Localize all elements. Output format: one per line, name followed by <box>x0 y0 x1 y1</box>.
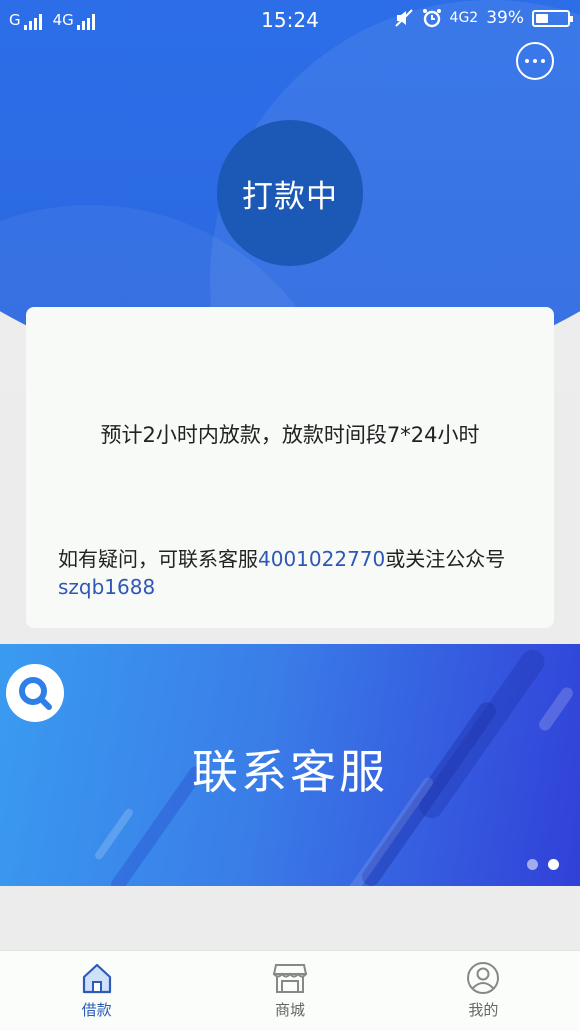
bottom-tab-bar: 借款 商城 我的 <box>0 950 580 1031</box>
dot-icon <box>541 59 545 63</box>
status-bar: G 4G 15:24 4G2 39% <box>0 0 580 40</box>
battery-percent: 39% <box>486 8 524 28</box>
tab-label: 我的 <box>468 1001 499 1019</box>
contact-service-banner[interactable]: 联系客服 <box>0 644 580 886</box>
search-icon <box>19 677 52 710</box>
banner-decor <box>536 685 576 733</box>
payment-status-circle: 打款中 <box>217 120 363 266</box>
carousel-dot[interactable] <box>527 859 538 870</box>
customer-service-phone-link[interactable]: 4001022770 <box>258 547 385 571</box>
banner-title: 联系客服 <box>192 745 388 799</box>
network-label: 4G2 <box>449 10 479 26</box>
carousel-dot[interactable] <box>548 859 559 870</box>
battery-icon <box>532 9 573 27</box>
status-bar-right: 4G2 39% <box>394 8 573 28</box>
tab-label: 商城 <box>274 1001 305 1019</box>
contact-prefix: 如有疑问，可联系客服 <box>58 547 258 571</box>
contact-middle: 或关注公众号 <box>385 547 506 571</box>
mute-icon <box>394 9 413 27</box>
tab-label: 借款 <box>81 1001 112 1019</box>
store-icon <box>272 964 308 993</box>
dot-icon <box>525 59 529 63</box>
disbursement-info: 预计2小时内放款，放款时间段7*24小时 <box>100 423 480 447</box>
more-options-button[interactable] <box>516 42 554 80</box>
carousel-indicator <box>527 859 559 870</box>
dot-icon <box>533 59 537 63</box>
home-icon <box>82 963 111 994</box>
tab-loan[interactable]: 借款 <box>0 951 193 1031</box>
user-icon <box>467 962 500 994</box>
alarm-icon <box>422 9 441 28</box>
tab-mine[interactable]: 我的 <box>387 951 580 1031</box>
info-card: 预计2小时内放款，放款时间段7*24小时 如有疑问，可联系客服400102277… <box>26 307 554 628</box>
contact-info: 如有疑问，可联系客服4001022770或关注公众号 szqb1688 <box>58 545 538 601</box>
wechat-account-link[interactable]: szqb1688 <box>58 575 155 599</box>
tab-mall[interactable]: 商城 <box>193 951 386 1031</box>
banner-decor <box>93 807 135 861</box>
payment-status-text: 打款中 <box>242 178 338 215</box>
search-badge <box>6 664 64 722</box>
